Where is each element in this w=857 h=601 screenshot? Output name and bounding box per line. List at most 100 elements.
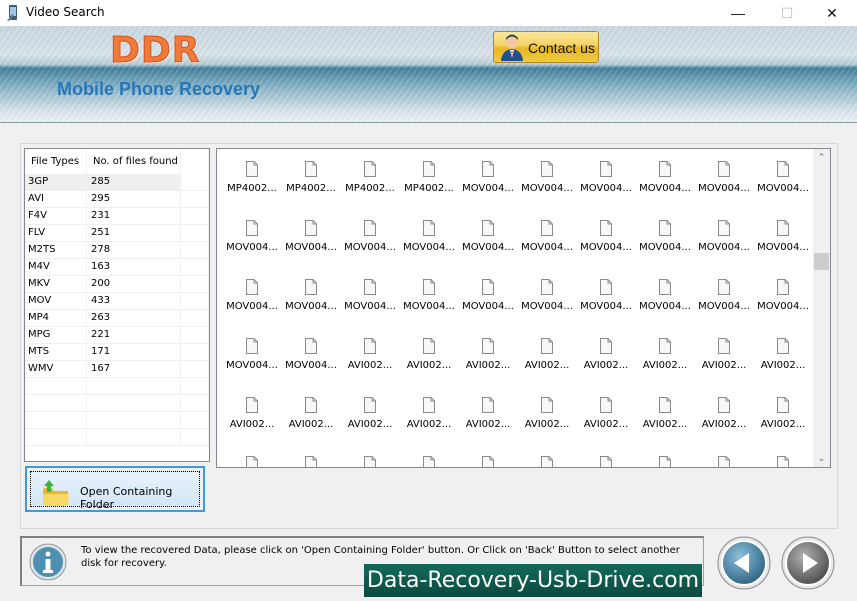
file-item[interactable] (754, 456, 812, 467)
table-row[interactable]: FLV 251 (25, 225, 209, 242)
file-item[interactable]: MOV004... (695, 161, 753, 211)
maximize-button[interactable]: ☐ (764, 0, 810, 26)
file-item[interactable] (223, 456, 281, 467)
file-name: MOV004... (226, 242, 278, 253)
file-item[interactable] (636, 456, 694, 467)
file-item[interactable] (282, 456, 340, 467)
column-header-file-types[interactable]: File Types (25, 149, 87, 174)
file-item[interactable]: AVI002... (754, 338, 812, 388)
file-item[interactable]: AVI002... (341, 397, 399, 447)
scroll-down-button[interactable]: ⌄ (813, 450, 830, 467)
minimize-button[interactable]: — (715, 0, 761, 26)
file-icon (246, 338, 258, 354)
file-name: MOV004... (639, 301, 691, 312)
file-item[interactable]: MOV004... (223, 279, 281, 329)
file-item[interactable]: MOV004... (695, 279, 753, 329)
table-row[interactable]: AVI 295 (25, 191, 209, 208)
file-item[interactable]: MOV004... (459, 220, 517, 270)
table-row[interactable]: MPG 221 (25, 327, 209, 344)
file-item[interactable]: MOV004... (577, 161, 635, 211)
file-item[interactable]: MOV004... (223, 338, 281, 388)
recovered-files-view: MP4002... MP4002... MP4002... MP4002... MOV0… (216, 148, 831, 468)
file-icon (305, 456, 317, 467)
empty-cell (181, 361, 209, 377)
file-item[interactable]: MOV004... (754, 220, 812, 270)
file-item[interactable]: MOV004... (577, 220, 635, 270)
close-button[interactable]: ✕ (809, 0, 855, 26)
next-button[interactable] (781, 536, 835, 590)
file-item[interactable]: MOV004... (636, 220, 694, 270)
file-name: MOV004... (226, 360, 278, 371)
file-icon (541, 338, 553, 354)
file-item[interactable]: MOV004... (282, 338, 340, 388)
file-name: AVI002... (642, 419, 688, 430)
file-item[interactable]: MOV004... (518, 161, 576, 211)
file-item[interactable]: AVI002... (518, 338, 576, 388)
file-item[interactable]: AVI002... (459, 397, 517, 447)
file-item[interactable] (695, 456, 753, 467)
file-item[interactable]: MP4002... (282, 161, 340, 211)
file-item[interactable]: MOV004... (695, 220, 753, 270)
file-item[interactable]: MOV004... (577, 279, 635, 329)
file-icon (364, 397, 376, 413)
table-row[interactable]: MKV 200 (25, 276, 209, 293)
table-row[interactable]: M4V 163 (25, 259, 209, 276)
file-item[interactable]: MOV004... (754, 279, 812, 329)
title-bar: Video Search — ☐ ✕ (0, 0, 857, 26)
contact-us-button[interactable]: Contact us (493, 31, 599, 63)
close-icon: ✕ (826, 4, 838, 21)
file-item[interactable]: MOV004... (459, 279, 517, 329)
file-item[interactable]: MOV004... (282, 279, 340, 329)
file-item[interactable]: AVI002... (223, 397, 281, 447)
file-item[interactable]: AVI002... (341, 338, 399, 388)
file-item[interactable]: AVI002... (636, 338, 694, 388)
back-button[interactable] (717, 536, 771, 590)
file-item[interactable]: AVI002... (459, 338, 517, 388)
scroll-up-button[interactable]: ⌃ (813, 149, 830, 166)
file-item[interactable] (577, 456, 635, 467)
file-item[interactable]: MOV004... (636, 161, 694, 211)
file-item[interactable] (459, 456, 517, 467)
table-row[interactable]: M2TS 278 (25, 242, 209, 259)
file-item[interactable]: MOV004... (518, 220, 576, 270)
file-item[interactable]: MOV004... (400, 220, 458, 270)
file-item[interactable] (518, 456, 576, 467)
file-item[interactable]: AVI002... (282, 397, 340, 447)
table-row[interactable]: MTS 171 (25, 344, 209, 361)
file-item[interactable]: AVI002... (636, 397, 694, 447)
file-item[interactable]: MOV004... (341, 279, 399, 329)
column-header-files-found[interactable]: No. of files found (87, 149, 181, 174)
file-item[interactable]: MP4002... (400, 161, 458, 211)
table-row[interactable]: MP4 263 (25, 310, 209, 327)
scroll-thumb[interactable] (814, 253, 829, 270)
open-containing-folder-button[interactable]: Open Containing Folder (25, 466, 205, 512)
file-item[interactable]: MOV004... (518, 279, 576, 329)
vertical-scrollbar[interactable]: ⌃ ⌄ (813, 149, 830, 467)
file-item[interactable]: AVI002... (754, 397, 812, 447)
file-item[interactable]: MOV004... (400, 279, 458, 329)
table-row[interactable]: F4V 231 (25, 208, 209, 225)
file-item[interactable]: MOV004... (282, 220, 340, 270)
file-item[interactable] (341, 456, 399, 467)
file-item[interactable]: AVI002... (577, 338, 635, 388)
table-row[interactable]: 3GP 285 (25, 174, 209, 191)
file-item[interactable]: MOV004... (754, 161, 812, 211)
table-row[interactable]: WMV 167 (25, 361, 209, 378)
file-item[interactable] (400, 456, 458, 467)
file-item[interactable]: MP4002... (223, 161, 281, 211)
file-item[interactable]: MP4002... (341, 161, 399, 211)
file-name: MOV004... (462, 242, 514, 253)
file-item[interactable]: AVI002... (400, 397, 458, 447)
file-item[interactable]: AVI002... (518, 397, 576, 447)
table-row[interactable]: MOV 433 (25, 293, 209, 310)
file-item[interactable]: MOV004... (636, 279, 694, 329)
file-item[interactable]: MOV004... (459, 161, 517, 211)
file-item[interactable]: AVI002... (577, 397, 635, 447)
file-item[interactable]: MOV004... (341, 220, 399, 270)
file-item[interactable]: AVI002... (400, 338, 458, 388)
file-item[interactable]: AVI002... (695, 397, 753, 447)
file-icon (423, 279, 435, 295)
file-item[interactable]: MOV004... (223, 220, 281, 270)
file-count-cell: 221 (87, 327, 181, 343)
file-item[interactable]: AVI002... (695, 338, 753, 388)
